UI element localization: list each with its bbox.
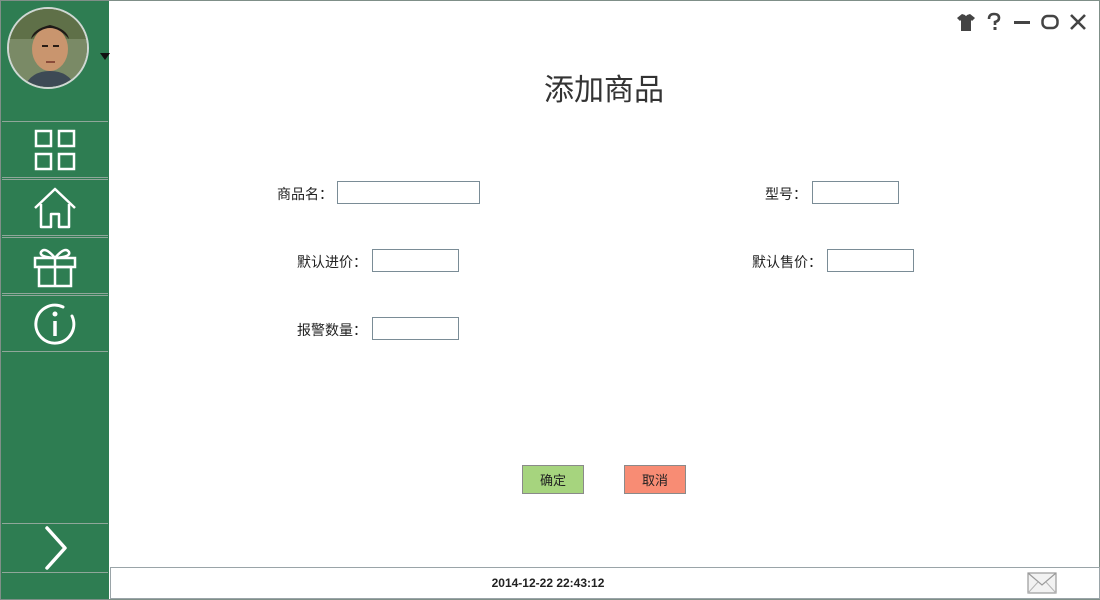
default-price-label: 默认售价：: [752, 255, 822, 271]
home-icon: [34, 187, 76, 228]
sidebar-item-home[interactable]: [2, 179, 108, 236]
model-input[interactable]: [812, 181, 899, 204]
sidebar-item-info[interactable]: [2, 295, 108, 352]
window-controls: [955, 11, 1089, 33]
info-icon: [34, 303, 76, 345]
skin-button[interactable]: [955, 11, 977, 33]
product-name-label: 商品名：: [277, 187, 333, 203]
help-button[interactable]: [983, 11, 1005, 33]
alert-quantity-input[interactable]: [372, 317, 459, 340]
status-datetime: 2014-12-22 22:43:12: [491, 576, 605, 590]
avatar-dropdown-icon[interactable]: [99, 47, 111, 60]
default-cost-label: 默认进价：: [297, 255, 367, 271]
mail-icon[interactable]: [1027, 572, 1057, 594]
avatar[interactable]: [7, 7, 89, 89]
alert-quantity-label: 报警数量：: [297, 323, 367, 339]
help-icon: [987, 12, 1001, 30]
default-price-input[interactable]: [827, 249, 914, 272]
confirm-button[interactable]: 确定: [522, 465, 584, 494]
sidebar-item-dashboard[interactable]: [2, 121, 108, 178]
page-title: 添加商品: [544, 73, 664, 108]
status-bar: 2014-12-22 22:43:12: [110, 567, 1100, 599]
product-name-input[interactable]: [337, 181, 480, 204]
tshirt-icon: [957, 14, 975, 31]
sidebar-item-gift[interactable]: [2, 237, 108, 294]
cancel-button[interactable]: 取消: [624, 465, 686, 494]
maximize-icon: [1041, 14, 1059, 30]
maximize-button[interactable]: [1039, 11, 1061, 33]
sidebar: [1, 1, 110, 599]
default-cost-input[interactable]: [372, 249, 459, 272]
close-button[interactable]: [1067, 11, 1089, 33]
gift-icon: [33, 248, 77, 287]
chevron-right-icon: [45, 526, 67, 570]
app-window: 添加商品 商品名： 型号： 默认进价： 默认售价： 报警数量： 确定 取消 20…: [0, 0, 1100, 600]
minimize-icon: [1014, 21, 1030, 24]
user-avatar-area[interactable]: [7, 7, 110, 89]
model-label: 型号：: [765, 187, 807, 203]
grid-icon: [34, 129, 76, 170]
minimize-button[interactable]: [1011, 11, 1033, 33]
sidebar-expand-button[interactable]: [2, 523, 108, 573]
close-icon: [1070, 14, 1086, 30]
